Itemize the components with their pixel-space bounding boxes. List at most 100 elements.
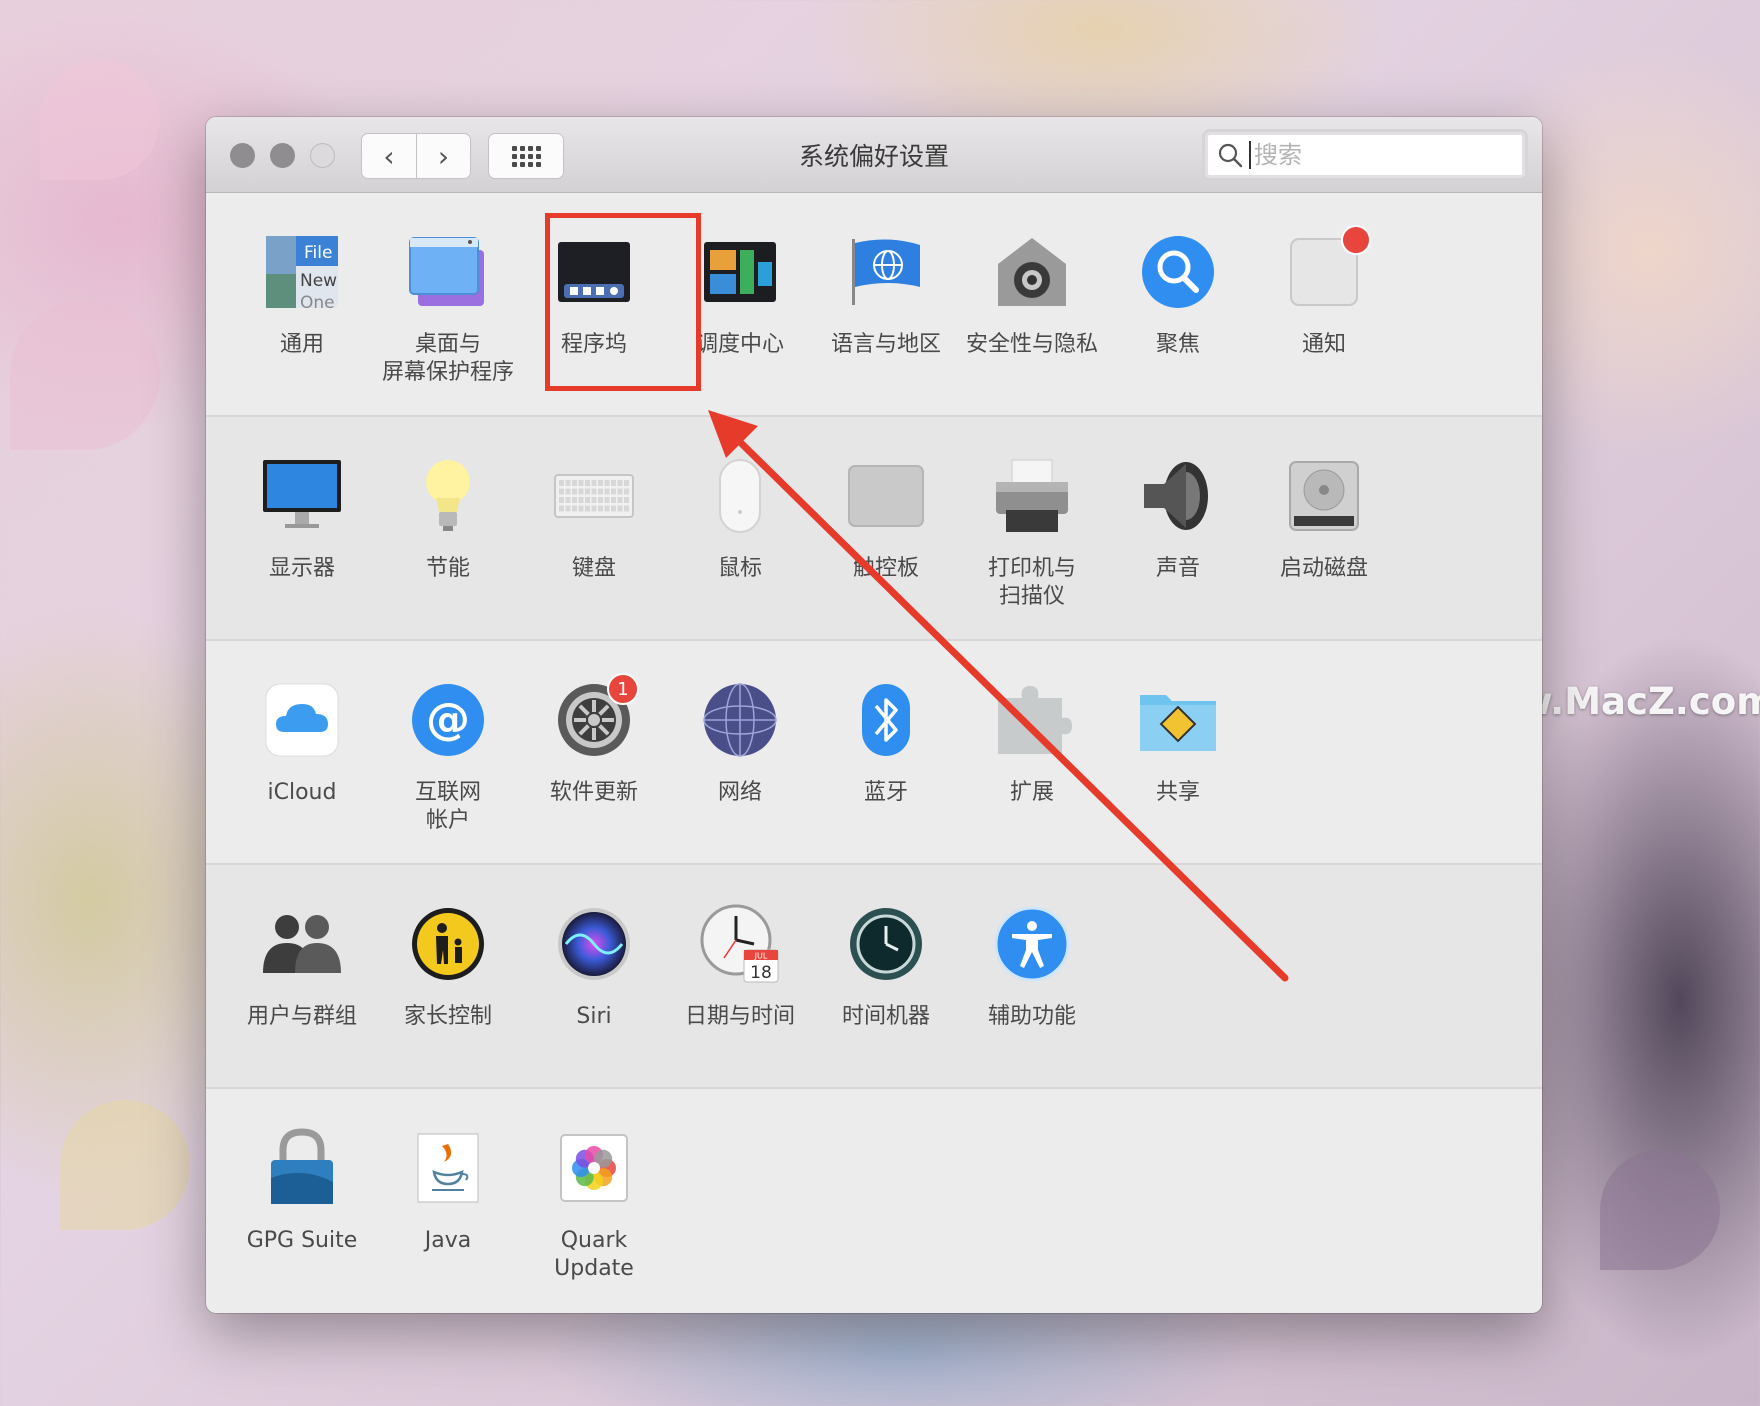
pane-printers-scanners[interactable]: 打印机与 扫描仪 <box>957 455 1107 611</box>
pane-label: 共享 <box>1155 780 1200 805</box>
pane-label: iCloud <box>267 780 337 805</box>
pane-network[interactable]: 网络 <box>665 679 815 807</box>
users-groups-icon <box>261 903 343 985</box>
pane-label: 网络 <box>717 780 762 805</box>
background-petal <box>10 300 160 450</box>
pane-label: 聚焦 <box>1155 332 1200 357</box>
pane-keyboard[interactable]: 键盘 <box>519 455 669 583</box>
notification-dot-icon <box>1341 225 1371 255</box>
svg-text:File: File <box>304 243 332 263</box>
pane-label: Quark Update <box>554 1228 634 1281</box>
section-hardware: 显示器 节能 键盘 鼠标 触控板 打印机与 扫描仪 声音 启动磁盘 <box>206 417 1542 641</box>
pane-extensions[interactable]: 扩展 <box>957 679 1107 807</box>
pane-desktop-screensaver[interactable]: 桌面与 屏幕保护程序 <box>373 231 523 387</box>
pane-parental-controls[interactable]: 家长控制 <box>373 903 523 1031</box>
update-count-badge: 1 <box>607 673 639 705</box>
pane-gpg-suite[interactable]: GPG Suite <box>227 1127 377 1255</box>
spotlight-icon <box>1137 231 1219 313</box>
pane-software-update[interactable]: 1 软件更新 <box>519 673 669 807</box>
pane-time-machine[interactable]: 时间机器 <box>811 903 961 1031</box>
pane-label: 桌面与 屏幕保护程序 <box>381 332 514 385</box>
pane-sound[interactable]: 声音 <box>1103 455 1253 583</box>
section-system: 用户与群组 家长控制 Siri JUL 18 日期与时间 时间机器 辅助功能 <box>206 865 1542 1089</box>
pane-label: 鼠标 <box>717 556 762 581</box>
pane-java[interactable]: Java <box>373 1127 523 1255</box>
search-input[interactable] <box>1249 141 1489 169</box>
annotation-highlight-box <box>545 213 701 391</box>
pane-label: Java <box>424 1228 472 1253</box>
pane-label: 通用 <box>279 332 324 357</box>
pane-label: 打印机与 扫描仪 <box>987 556 1076 609</box>
pane-accessibility[interactable]: 辅助功能 <box>957 903 1107 1031</box>
desktop-screensaver-icon <box>407 231 489 313</box>
pane-label: 家长控制 <box>403 1004 492 1029</box>
section-personal: File New One 通用 桌面与 屏幕保护程序 程序坞 调度中心 语言与地区 安全性与隐私… <box>206 193 1542 417</box>
siri-icon <box>553 903 635 985</box>
section-other: GPG Suite Java Quark Update <box>206 1089 1542 1307</box>
internet-accounts-icon: @ <box>407 679 489 761</box>
trackpad-icon <box>845 455 927 537</box>
svg-text:@: @ <box>426 694 470 745</box>
time-machine-icon <box>845 903 927 985</box>
pane-notifications[interactable]: 通知 <box>1249 225 1399 359</box>
pane-label: 用户与群组 <box>246 1004 357 1029</box>
keyboard-icon <box>553 455 635 537</box>
pane-quark-update[interactable]: Quark Update <box>519 1127 669 1283</box>
pane-label: 时间机器 <box>841 1004 930 1029</box>
pane-label: 通知 <box>1301 332 1346 357</box>
svg-text:18: 18 <box>750 963 772 983</box>
background-petal <box>1600 1150 1720 1270</box>
background-petal <box>60 1100 190 1230</box>
pane-label: 显示器 <box>268 556 335 581</box>
pane-label: 软件更新 <box>549 780 638 805</box>
svg-text:JUL: JUL <box>754 952 768 961</box>
pane-label: 互联网 帐户 <box>414 780 481 833</box>
pane-spotlight[interactable]: 聚焦 <box>1103 231 1253 359</box>
pane-security-privacy[interactable]: 安全性与隐私 <box>957 231 1107 359</box>
energy-saver-icon <box>407 455 489 537</box>
svg-text:One: One <box>300 293 335 310</box>
pane-label: 辅助功能 <box>987 1004 1076 1029</box>
accessibility-icon <box>991 903 1073 985</box>
pane-language-region[interactable]: 语言与地区 <box>811 231 961 359</box>
pane-date-time[interactable]: JUL 18 日期与时间 <box>665 903 815 1031</box>
pane-mouse[interactable]: 鼠标 <box>665 455 815 583</box>
svg-text:New: New <box>300 271 337 291</box>
pane-icloud[interactable]: iCloud <box>227 679 377 807</box>
pane-siri[interactable]: Siri <box>519 903 669 1031</box>
language-region-icon <box>845 231 927 313</box>
pane-sharing[interactable]: 共享 <box>1103 679 1253 807</box>
pane-label: 安全性与隐私 <box>965 332 1098 357</box>
pane-general[interactable]: File New One 通用 <box>227 231 377 359</box>
pane-displays[interactable]: 显示器 <box>227 455 377 583</box>
pane-label: 启动磁盘 <box>1279 556 1368 581</box>
pane-label: 扩展 <box>1009 780 1054 805</box>
date-time-icon: JUL 18 <box>699 903 781 985</box>
software-update-icon: 1 <box>553 673 639 761</box>
security-privacy-icon <box>991 231 1073 313</box>
system-preferences-window: ‹ › 系统偏好设置 FileNewOne通用桌面与 屏幕保护程序程序坞调度中心… <box>206 117 1542 1313</box>
parental-controls-icon <box>407 903 489 985</box>
mouse-icon <box>699 455 781 537</box>
pane-internet-accounts[interactable]: @ 互联网 帐户 <box>373 679 523 835</box>
pane-label: 键盘 <box>571 556 616 581</box>
pane-label: Siri <box>576 1004 612 1029</box>
startup-disk-icon <box>1283 455 1365 537</box>
quark-update-icon <box>553 1127 635 1209</box>
network-icon <box>699 679 781 761</box>
pane-trackpad[interactable]: 触控板 <box>811 455 961 583</box>
sharing-icon <box>1137 679 1219 761</box>
pane-bluetooth[interactable]: 蓝牙 <box>811 679 961 807</box>
search-icon <box>1218 143 1243 168</box>
general-icon: File New One <box>261 231 343 313</box>
pane-label: 声音 <box>1155 556 1200 581</box>
pane-energy-saver[interactable]: 节能 <box>373 455 523 583</box>
search-field[interactable] <box>1202 129 1528 181</box>
java-icon <box>407 1127 489 1209</box>
preference-panes: File New One 通用 桌面与 屏幕保护程序 程序坞 调度中心 语言与地区 安全性与隐私… <box>206 193 1542 1307</box>
section-internet: iCloud @ 互联网 帐户 1 软件更新 网络 蓝牙 扩展 共享 <box>206 641 1542 865</box>
pane-label: 蓝牙 <box>863 780 908 805</box>
pane-startup-disk[interactable]: 启动磁盘 <box>1249 455 1399 583</box>
pane-users-groups[interactable]: 用户与群组 <box>227 903 377 1031</box>
gpg-suite-icon <box>261 1127 343 1209</box>
